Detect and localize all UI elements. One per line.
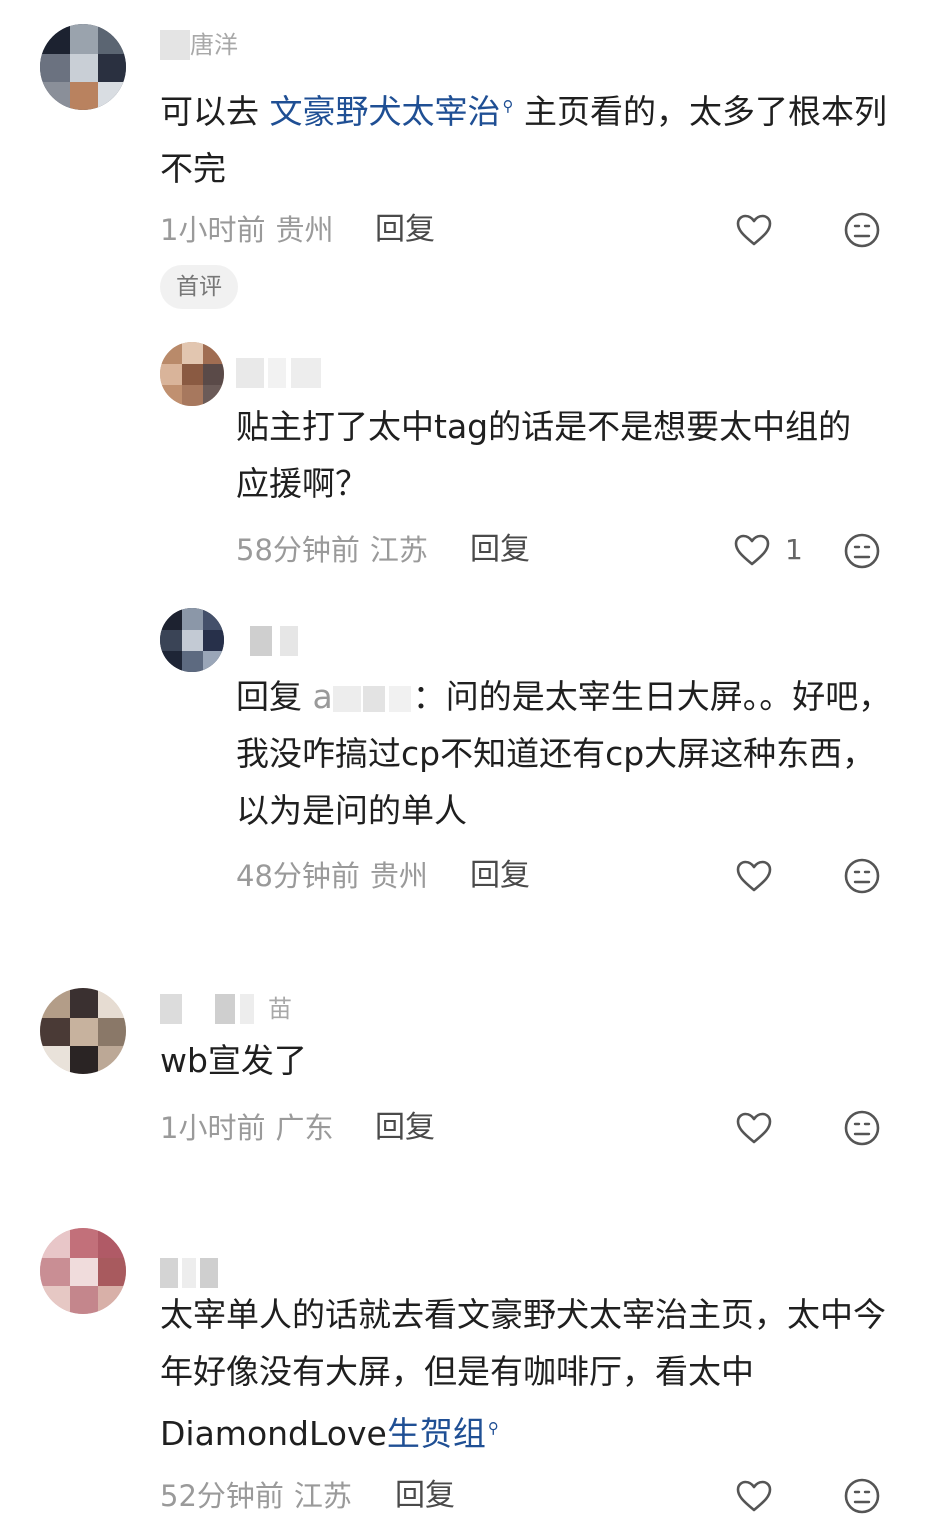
heart-outline-icon — [734, 534, 770, 566]
username[interactable]: 苗 — [160, 994, 310, 1024]
like-count: 1 — [785, 533, 803, 566]
neutral-face-icon[interactable] — [843, 1109, 881, 1147]
neutral-face-icon[interactable] — [843, 1477, 881, 1515]
comment-time: 48分钟前 — [236, 859, 360, 893]
comment-text: 太宰单人的话就去看文豪野犬太宰治主页，太中今年好像没有大屏，但是有咖啡厅，看太中… — [160, 1286, 900, 1462]
comment-meta: 58分钟前 江苏 — [236, 530, 428, 570]
reply-button[interactable]: 回复 — [375, 210, 435, 250]
comment-location: 广东 — [275, 1111, 334, 1145]
username[interactable] — [160, 1258, 230, 1288]
like-button[interactable] — [735, 859, 773, 893]
avatar[interactable] — [160, 342, 224, 406]
like-button[interactable] — [735, 1111, 773, 1145]
heart-outline-icon — [736, 860, 772, 892]
reply-button[interactable]: 回复 — [470, 856, 530, 896]
comment-location: 贵州 — [369, 859, 428, 893]
topic-link[interactable]: 文豪野犬太宰治 — [270, 92, 501, 131]
like-button[interactable] — [735, 213, 773, 247]
reply-prefix: 回复 — [236, 677, 302, 716]
username[interactable]: 唐洋 — [160, 30, 250, 60]
comment-time: 52分钟前 — [160, 1479, 284, 1513]
reply-button[interactable]: 回复 — [375, 1108, 435, 1148]
neutral-face-icon[interactable] — [843, 532, 881, 570]
username[interactable] — [250, 626, 310, 656]
username[interactable] — [236, 358, 326, 388]
neutral-face-icon[interactable] — [843, 857, 881, 895]
comment-meta: 52分钟前 江苏 — [160, 1476, 352, 1516]
comment-time: 58分钟前 — [236, 533, 360, 567]
comment-meta: 48分钟前 贵州 — [236, 856, 428, 896]
avatar[interactable] — [40, 24, 126, 110]
comment-time: 1小时前 — [160, 1111, 266, 1145]
reply-button[interactable]: 回复 — [470, 530, 530, 570]
neutral-face-icon[interactable] — [843, 211, 881, 249]
like-button[interactable] — [735, 1479, 773, 1513]
reply-button[interactable]: 回复 — [395, 1476, 455, 1516]
comment-time: 1小时前 — [160, 213, 266, 247]
reply-to-user[interactable]: a — [313, 677, 413, 716]
comment-text: 贴主打了太中tag的话是不是想要太中组的应援啊？ — [236, 407, 852, 503]
avatar[interactable] — [160, 608, 224, 672]
topic-link[interactable]: 生贺组 — [387, 1414, 486, 1453]
comment-location: 江苏 — [369, 533, 428, 567]
heart-outline-icon — [736, 1480, 772, 1512]
search-icon: ⚲ — [487, 1419, 499, 1437]
avatar[interactable] — [40, 1228, 126, 1314]
avatar[interactable] — [40, 988, 126, 1074]
search-icon: ⚲ — [502, 97, 514, 115]
comment-text: 回复 a ：问的是太宰生日大屏。。好吧，我没咋搞过cp不知道还有cp大屏这种东西，… — [236, 677, 892, 830]
comment-meta: 1小时前 广东 — [160, 1108, 333, 1148]
heart-outline-icon — [736, 214, 772, 246]
like-button[interactable]: 1 — [733, 533, 803, 567]
comment-location: 贵州 — [275, 213, 334, 247]
first-comment-badge: 首评 — [160, 265, 238, 309]
heart-outline-icon — [736, 1112, 772, 1144]
comment-text: 可以去 文豪野犬太宰治 ⚲ 主页看的，太多了根本列不完 — [160, 78, 900, 197]
comment-location: 江苏 — [293, 1479, 352, 1513]
comment-meta: 1小时前 贵州 — [160, 210, 333, 250]
comment-text: wb宣发了 — [160, 1041, 307, 1080]
